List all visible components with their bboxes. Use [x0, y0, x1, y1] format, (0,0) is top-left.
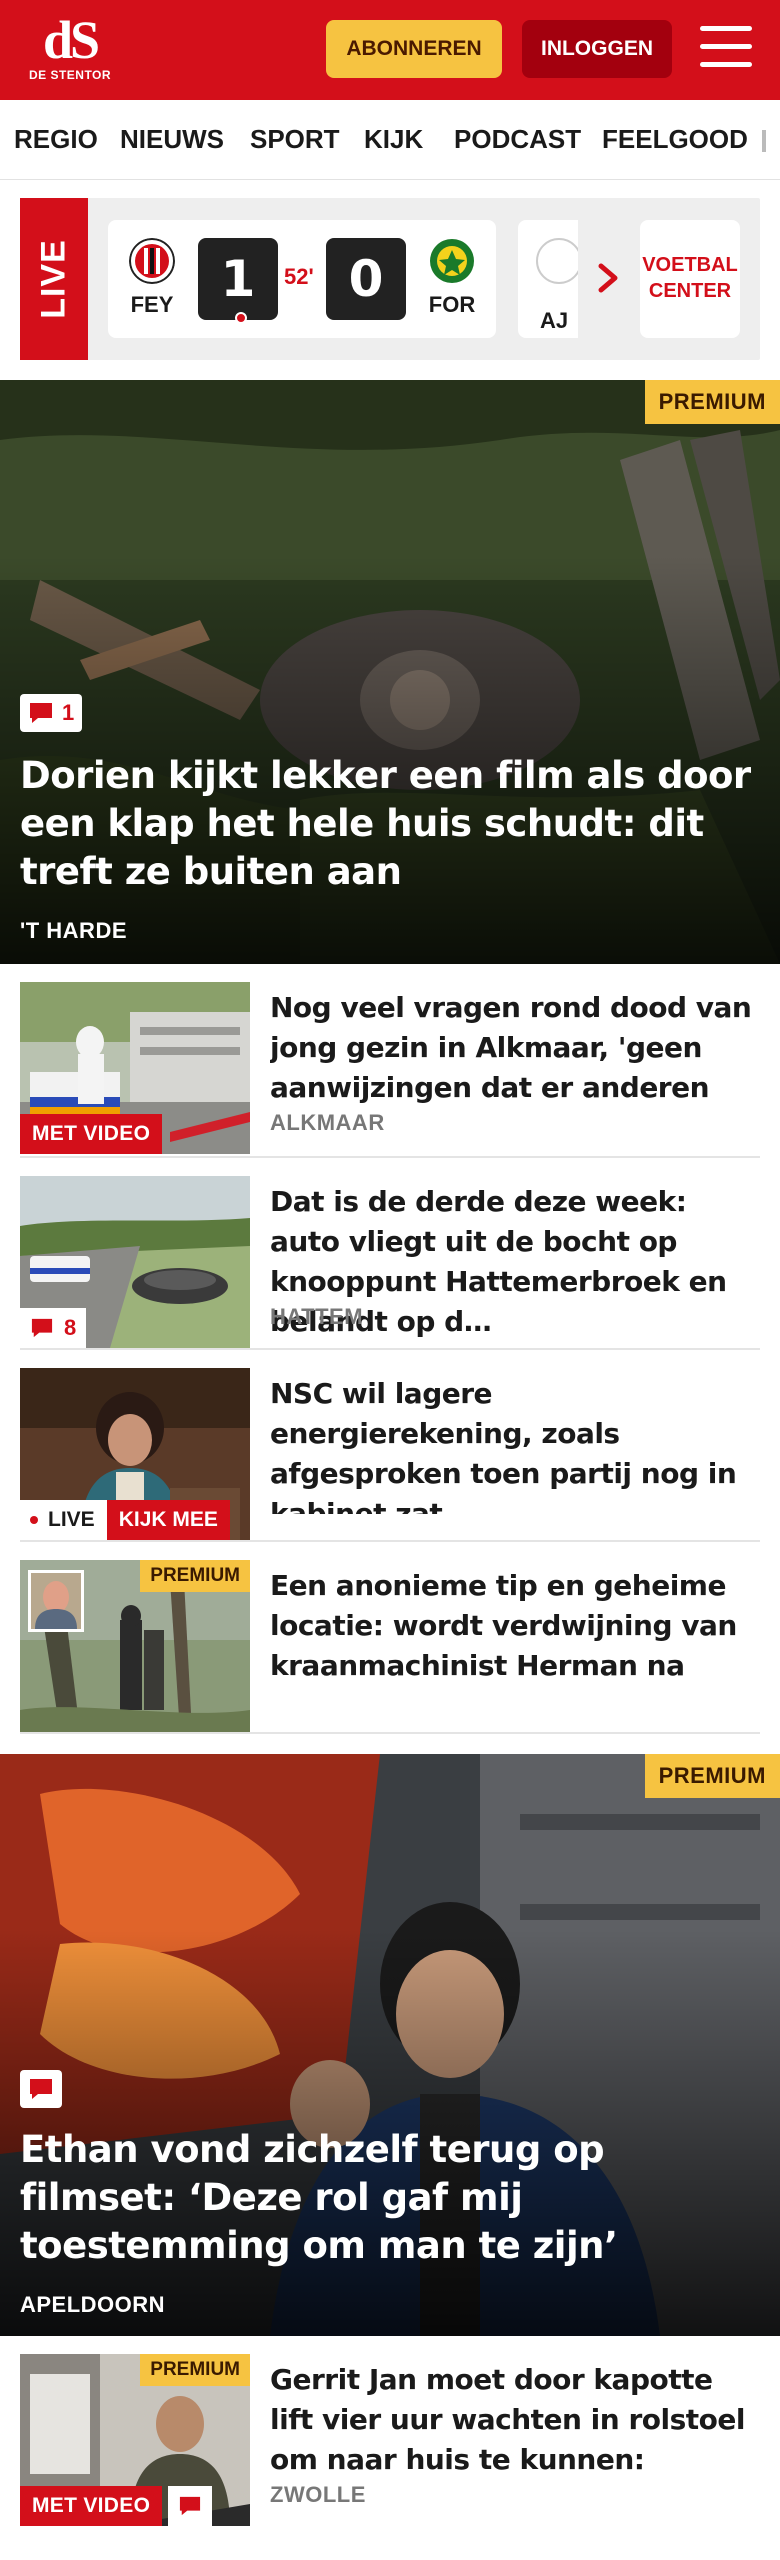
home-score: 1: [198, 238, 278, 320]
away-team-code: FOR: [428, 292, 476, 317]
article-title[interactable]: Een anonieme tip en geheime locatie: wor…: [270, 1566, 756, 1686]
live-scoreboard: LIVE FEY 1 52' 0 FOR AJ VOETBAL CENTER: [20, 198, 760, 360]
feyenoord-crest-icon: [129, 238, 175, 284]
comment-count: 8: [64, 1315, 77, 1340]
article-title[interactable]: NSC wil lagere energierekening, zoals af…: [270, 1374, 756, 1514]
home-team-code: FEY: [130, 292, 174, 317]
subscribe-button[interactable]: ABONNEREN: [326, 20, 502, 78]
hero-title[interactable]: Ethan vond zichzelf terug op filmset: ‘D…: [20, 2126, 760, 2270]
live-tag: LIVE: [20, 198, 88, 360]
video-tag: MET VIDEO: [20, 1114, 163, 1154]
live-watch-tag[interactable]: LIVE KIJK MEE: [20, 1500, 230, 1540]
hero-article[interactable]: PREMIUM 1 Dorien kijkt lekker een film a…: [0, 380, 780, 964]
match-minute: 52': [284, 264, 314, 289]
list-item[interactable]: 8 Dat is de derde deze week: auto vliegt…: [20, 1158, 760, 1350]
premium-badge: PREMIUM: [140, 1560, 250, 1592]
nav-item-sport[interactable]: SPORT: [250, 124, 340, 155]
comment-count-badge[interactable]: 1: [20, 694, 83, 732]
next-match-home-code: AJ: [540, 308, 569, 333]
watch-label: KIJK MEE: [106, 1500, 230, 1540]
live-dot-icon: [30, 1516, 38, 1525]
comment-icon: [31, 1318, 53, 1338]
premium-badge: PREMIUM: [644, 1754, 780, 1798]
next-match-card[interactable]: AJ: [518, 220, 578, 338]
video-tag: MET VIDEO: [20, 2486, 163, 2526]
hero-title[interactable]: Dorien kijkt lekker een film als door ee…: [20, 752, 760, 896]
away-score: 0: [326, 238, 406, 320]
live-indicator-dot: [235, 312, 247, 324]
away-team: FOR: [422, 238, 482, 318]
missing-person-photo: [28, 1570, 84, 1632]
article-thumbnail: 8: [20, 1176, 250, 1348]
fortuna-crest-icon: [430, 239, 474, 283]
premium-badge: PREMIUM: [140, 2354, 250, 2386]
article-location: ZWOLLE: [270, 2482, 366, 2507]
list-item[interactable]: PREMIUM MET VIDEO Gerrit Jan moet door k…: [20, 2336, 760, 2530]
comment-icon: [179, 2496, 201, 2516]
hero-location: 'T HARDE: [20, 918, 128, 943]
logo-mark: dS: [42, 10, 100, 70]
voetbal-center-link[interactable]: VOETBAL CENTER: [640, 220, 740, 338]
section-nav: REGIO NIEUWS SPORT KIJK PODCAST FEELGOOD: [0, 100, 780, 180]
hero-location: APELDOORN: [20, 2292, 166, 2317]
match-card[interactable]: FEY 1 52' 0 FOR: [108, 220, 496, 338]
comment-icon: [30, 2079, 52, 2099]
list-item[interactable]: MET VIDEO Nog veel vragen rond dood van …: [20, 964, 760, 1158]
home-team: FEY: [122, 238, 182, 318]
live-tag-label: LIVE: [20, 1500, 107, 1540]
login-button[interactable]: INLOGGEN: [522, 20, 672, 78]
logo-subtitle: DE STENTOR: [28, 68, 112, 82]
live-label: LIVE: [34, 239, 73, 319]
list-item[interactable]: LIVE KIJK MEE NSC wil lagere energiereke…: [20, 1350, 760, 1542]
ajax-crest-icon: [536, 238, 578, 284]
article-thumbnail: PREMIUM: [20, 1560, 250, 1732]
comment-count: 1: [62, 700, 75, 725]
list-item[interactable]: PREMIUM Een anonieme tip en geheime loca…: [20, 1542, 760, 1734]
top-bar: dS DE STENTOR ABONNEREN INLOGGEN: [0, 0, 780, 100]
chevron-right-icon[interactable]: [588, 258, 628, 298]
comment-badge[interactable]: [168, 2486, 212, 2526]
comment-count-badge[interactable]: 8: [20, 1308, 87, 1348]
article-title[interactable]: Gerrit Jan moet door kapotte lift vier u…: [270, 2360, 756, 2480]
article-thumbnail: LIVE KIJK MEE: [20, 1368, 250, 1540]
premium-badge: PREMIUM: [644, 380, 780, 424]
nav-item-podcast[interactable]: PODCAST: [454, 124, 581, 155]
nav-item-nieuws[interactable]: NIEUWS: [120, 124, 224, 155]
nav-item-regio[interactable]: REGIO: [14, 124, 98, 155]
nav-item-feelgood[interactable]: FEELGOOD: [602, 124, 748, 155]
article-location: ALKMAAR: [270, 1110, 385, 1135]
article-location: HATTEM: [270, 1304, 364, 1329]
hero-article[interactable]: PREMIUM Ethan vond zichzelf terug op fil…: [0, 1754, 780, 2336]
hamburger-menu-icon[interactable]: [700, 26, 752, 70]
site-logo[interactable]: dS DE STENTOR: [28, 10, 112, 82]
nav-item-kijk[interactable]: KIJK: [364, 124, 423, 155]
article-thumbnail: MET VIDEO: [20, 982, 250, 1154]
comment-icon: [30, 703, 52, 723]
live-text: LIVE: [48, 1508, 95, 1531]
comment-badge[interactable]: [20, 2070, 62, 2108]
article-thumbnail: PREMIUM MET VIDEO: [20, 2354, 250, 2526]
nav-overflow-indicator: [762, 130, 766, 152]
article-title[interactable]: Nog veel vragen rond dood van jong gezin…: [270, 988, 756, 1108]
